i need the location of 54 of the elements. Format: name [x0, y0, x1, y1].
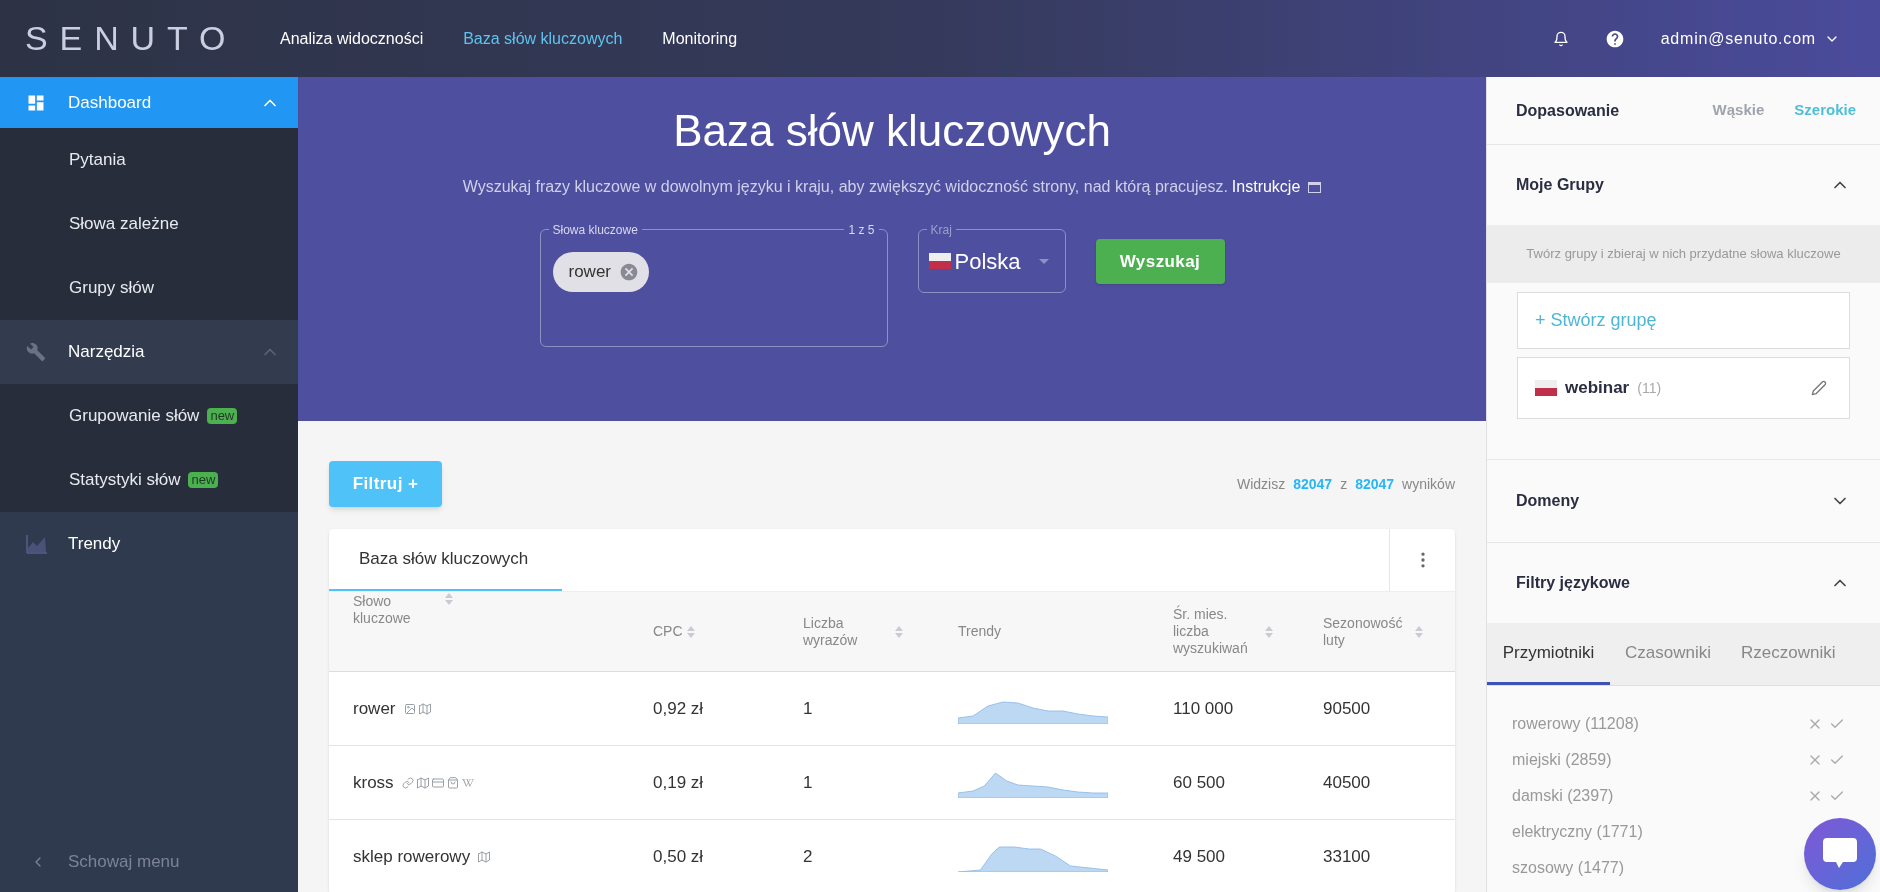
results-label: wyników [1402, 474, 1455, 494]
cpc-cell: 0,92 zł [653, 698, 704, 718]
word-count-cell: 1 [803, 698, 813, 718]
page-title: Baza słów kluczowych [673, 105, 1111, 157]
new-badge: new [188, 472, 219, 488]
keyword-cell[interactable]: kross [353, 769, 394, 796]
word-count-cell: 1 [803, 772, 813, 792]
nav-link[interactable]: Monitoring [662, 26, 738, 51]
sidebar-subitem[interactable]: Grupy słów [0, 256, 298, 320]
results-total: 82047 [1355, 474, 1395, 494]
section-title: Domeny [1516, 491, 1580, 511]
section-title: Filtry językowe [1516, 573, 1630, 593]
page-subtitle: Wyszukaj frazy kluczowe w dowolnym języku i kraju, aby zwiększyć widoczność strony, nad którą pracujesz. [462, 177, 1228, 197]
word-filter-item: elektryczny (1771) [1512, 822, 1643, 842]
word-filter-item: rowerowy (11208) [1512, 714, 1639, 734]
section-title: Moje Grupy [1516, 175, 1604, 195]
keyword-cell[interactable]: rower [353, 695, 396, 722]
sidebar-subitem[interactable]: Słowa zależne [0, 192, 298, 256]
nav-link[interactable]: Analiza widoczności [280, 26, 424, 51]
keyword-chip[interactable]: rower [552, 252, 649, 292]
keyword-cell[interactable]: sklep rowerowy [353, 843, 471, 870]
column-header[interactable]: Śr. mies. liczba wyszukiwań [1173, 606, 1261, 657]
nav-link[interactable]: Baza słów kluczowych [463, 26, 623, 51]
searches-cell: 60 500 [1173, 772, 1225, 792]
sidebar-subitem[interactable]: Statystyki słów new [0, 448, 298, 512]
sidebar-subitem[interactable]: Pytania [0, 128, 298, 192]
language-tab[interactable]: Przymiotniki [1487, 623, 1610, 685]
user-menu[interactable]: admin@senuto.com [1660, 26, 1840, 51]
senuto-logo[interactable]: SENUTO [25, 13, 238, 64]
group-name: webinar [1565, 377, 1630, 400]
sidebar-subitem[interactable]: Grupowanie słów new [0, 384, 298, 448]
match-label: Dopasowanie [1516, 100, 1620, 121]
sidebar-item[interactable]: Narzędzia [0, 320, 298, 384]
results-label: Widzisz [1237, 474, 1286, 494]
searches-cell: 110 000 [1173, 698, 1234, 718]
searches-cell: 49 500 [1173, 846, 1225, 866]
group-count: (11) [1637, 378, 1662, 398]
column-header: Trendy [958, 623, 1002, 640]
seasonality-cell: 33100 [1323, 846, 1371, 866]
group-item[interactable]: webinar (11) [1517, 357, 1850, 419]
word-count-cell: 2 [803, 846, 813, 866]
instructions-link[interactable]: Instrukcje [1231, 175, 1301, 199]
new-badge: new [207, 408, 238, 424]
word-filter-item: damski (2397) [1512, 786, 1614, 806]
cpc-cell: 0,19 zł [653, 772, 704, 792]
word-filter-item: szosowy (1477) [1512, 858, 1625, 878]
results-shown: 82047 [1293, 474, 1333, 494]
cpc-cell: 0,50 zł [653, 846, 704, 866]
seasonality-cell: 40500 [1323, 772, 1371, 792]
sidebar-item[interactable]: Trendy [0, 512, 298, 576]
groups-hint: Twórz grupy i zbieraj w nich przydatne słowa kluczowe [1487, 225, 1880, 283]
seasonality-cell: 90500 [1323, 698, 1371, 718]
word-filter-item: miejski (2859) [1512, 750, 1612, 770]
results-label: z [1340, 474, 1348, 494]
